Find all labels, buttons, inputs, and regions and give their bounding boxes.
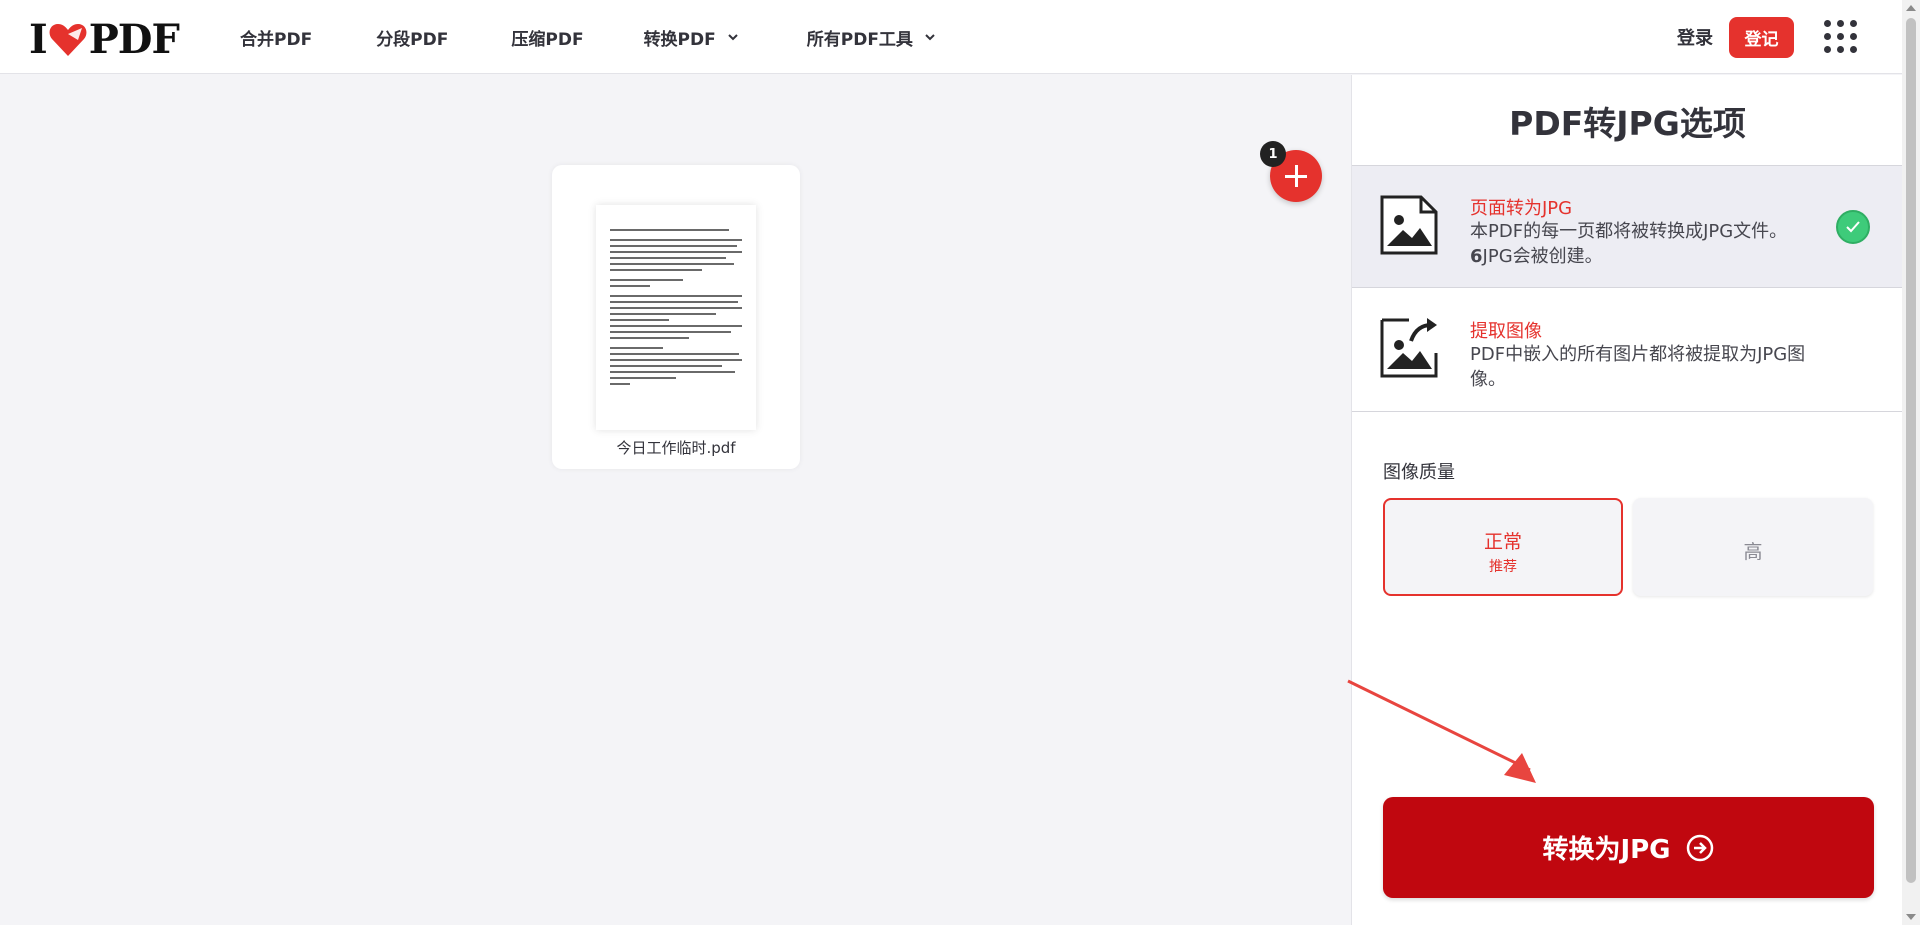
option-title: 提取图像 [1470,321,1542,342]
heart-icon [49,23,87,56]
sidebar-title: PDF转JPG选项 [1509,104,1746,143]
quality-recommended-label: 推荐 [1489,559,1517,575]
selected-check-icon [1836,210,1870,244]
nav-convert-pdf[interactable]: 转换PDF [644,0,740,74]
file-count-badge: 1 [1260,141,1286,167]
nav-label: 转换PDF [643,29,716,50]
scroll-down-icon[interactable] [1906,914,1916,920]
option-extract-images[interactable]: 提取图像 PDF中嵌入的所有图片都将被提取为JPG图像。 [1352,289,1903,412]
convert-to-jpg-button[interactable]: 转换为JPG [1383,797,1874,898]
nav-label: 压缩PDF [511,29,584,50]
option-title: 页面转为JPG [1470,198,1573,219]
ilovepdf-logo[interactable]: I PDF [29,16,180,63]
file-workspace: 今日工作临时.pdf 1 [0,75,1351,925]
nav-all-tools[interactable]: 所有PDF工具 [807,0,937,74]
page-scrollbar[interactable] [1902,0,1920,925]
option-pages-to-jpg[interactable]: 页面转为JPG 本PDF的每一页都将被转换成JPG文件。 6JPG会被创建。 [1352,165,1903,288]
logo-text-pdf: PDF [88,16,180,63]
nav-label: 合并PDF [240,29,313,50]
nav-split-pdf[interactable]: 分段PDF [376,0,448,74]
top-navbar: I PDF 合并PDF 分段PDF 压缩PDF 转换PDF 所有PDF工具 登录… [0,0,1902,74]
jpg-count: 6 [1470,246,1483,267]
file-card[interactable]: 今日工作临时.pdf [552,165,800,469]
image-file-icon [1380,195,1438,255]
plus-icon-vertical [1295,165,1298,187]
logo-text-i: I [29,16,48,63]
main-nav: 合并PDF 分段PDF 压缩PDF 转换PDF 所有PDF工具 [240,0,937,74]
signup-button[interactable]: 登记 [1729,17,1794,58]
nav-compress-pdf[interactable]: 压缩PDF [511,0,583,74]
option-description-text: 本PDF的每一页都将被转换成JPG文件。 [1470,221,1788,242]
quality-normal-label: 正常 [1483,531,1522,553]
extract-image-icon [1380,318,1438,378]
nav-label: 分段PDF [376,29,449,50]
scroll-up-icon[interactable] [1906,5,1916,11]
apps-grid-icon[interactable] [1824,20,1858,54]
quality-label: 图像质量 [1383,462,1455,483]
option-description-suffix: JPG会被创建。 [1482,246,1603,267]
chevron-down-icon [925,34,935,41]
arrow-right-circle-icon [1686,834,1713,861]
nav-label: 所有PDF工具 [806,29,913,50]
file-name: 今日工作临时.pdf [616,439,736,457]
option-description: PDF中嵌入的所有图片都将被提取为JPG图像。 [1470,344,1806,390]
scrollbar-thumb[interactable] [1906,18,1916,883]
login-link[interactable]: 登录 [1677,24,1713,50]
option-description: 本PDF的每一页都将被转换成JPG文件。 6JPG会被创建。 [1470,219,1840,269]
quality-high-button[interactable]: 高 [1633,498,1873,596]
pdf-thumbnail [596,205,756,430]
chevron-down-icon [728,34,738,41]
quality-normal-button[interactable]: 正常 推荐 [1383,498,1623,596]
quality-high-label: 高 [1743,541,1763,563]
nav-merge-pdf[interactable]: 合并PDF [240,0,312,74]
convert-label: 转换为JPG [1542,835,1671,865]
options-sidebar: PDF转JPG选项 页面转为JPG 本PDF的每一页都将被转换成JPG文件。 6… [1351,75,1903,925]
